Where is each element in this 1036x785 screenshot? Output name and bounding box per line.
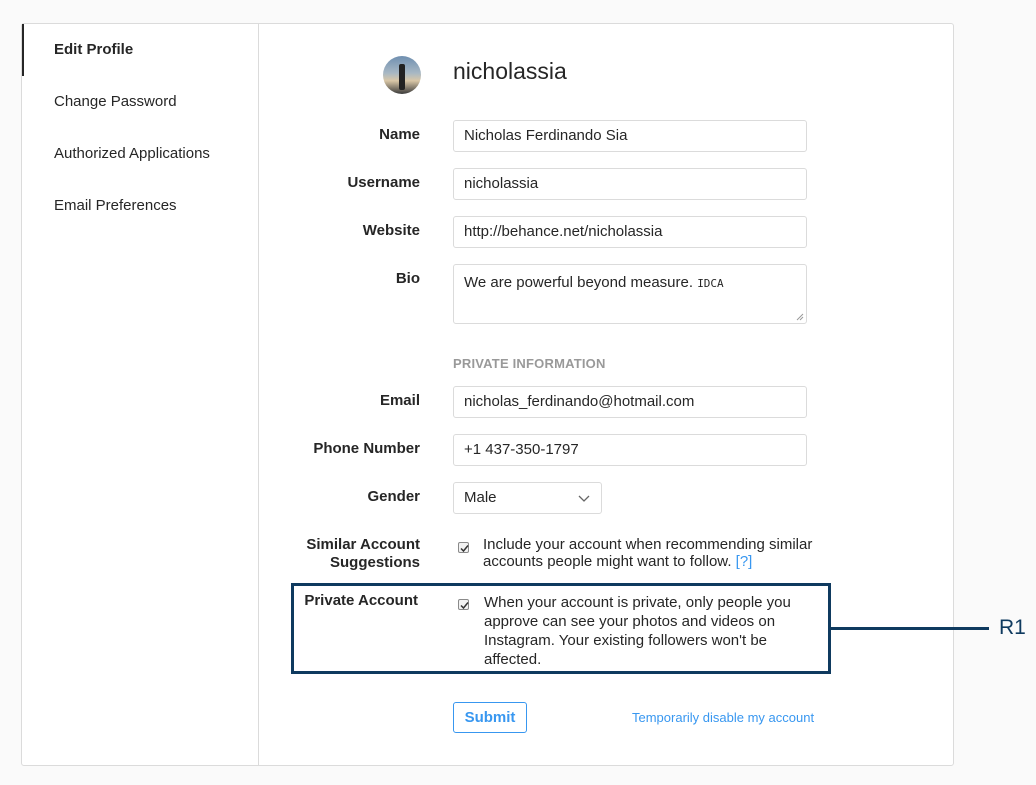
help-link[interactable]: [?] [736,553,753,570]
email-input[interactable]: nicholas_ferdinando@hotmail.com [453,386,807,418]
highlight-box-r1 [291,583,831,674]
similar-label-line1: Similar Account [306,536,420,553]
similar-label-line2: Suggestions [329,554,420,571]
profile-username-heading: nicholassia [453,58,567,84]
phone-input[interactable]: +1 437-350-1797 [453,434,807,466]
name-label: Name [379,126,420,143]
email-label: Email [379,392,420,409]
gender-label: Gender [367,488,420,505]
similar-text-line1: Include your account when recommending s… [483,536,813,553]
disable-account-link[interactable]: Temporarily disable my account [632,710,814,725]
similar-account-checkbox[interactable] [458,542,469,553]
private-information-heading: PRIVATE INFORMATION [453,356,606,371]
resize-grip-icon[interactable] [796,313,804,321]
submit-button[interactable]: Submit [453,702,527,733]
username-label: Username [347,174,420,191]
username-input[interactable]: nicholassia [453,168,807,200]
callout-label: R1 [999,616,1026,639]
name-input[interactable]: Nicholas Ferdinando Sia [453,120,807,152]
gender-select[interactable]: Male [453,482,602,514]
bio-textarea[interactable]: We are powerful beyond measure. IDCA [453,264,807,324]
bio-tag: IDCA [697,277,724,290]
sidebar-item-edit-profile[interactable]: Edit Profile [22,24,258,76]
website-input[interactable]: http://behance.net/nicholassia [453,216,807,248]
callout-line [831,627,989,630]
sidebar-item-change-password[interactable]: Change Password [22,76,258,128]
website-label: Website [362,222,420,239]
bio-text: We are powerful beyond measure. [464,274,694,291]
gender-select-value: Male [464,489,497,506]
similar-text-line2-wrap: accounts people might want to follow. [?… [483,553,812,570]
checkmark-icon [460,545,469,553]
similar-text-line2: accounts people might want to follow. [483,553,732,570]
avatar[interactable] [383,56,421,94]
phone-label: Phone Number [313,440,420,457]
chevron-down-icon [578,495,590,502]
similar-account-text: Include your account when recommending s… [483,536,812,570]
bio-label: Bio [395,270,420,287]
